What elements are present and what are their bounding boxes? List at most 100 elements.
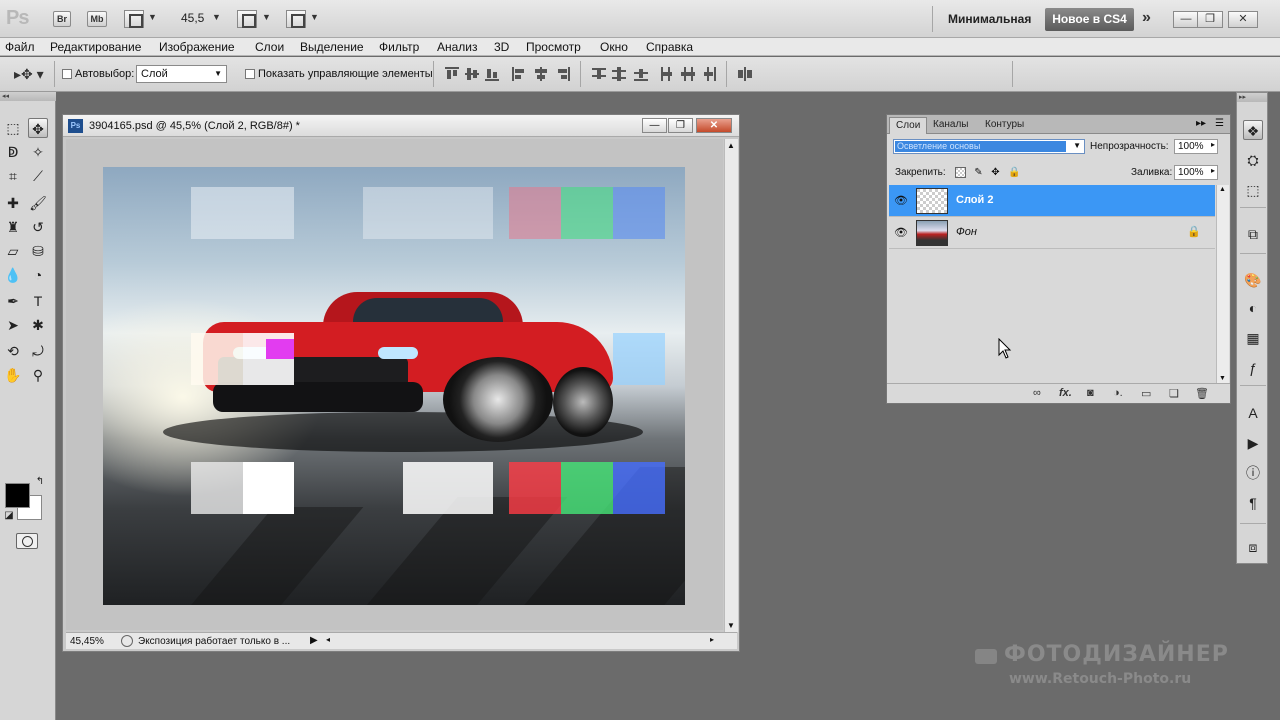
more-workspaces-icon[interactable]: » [1142,9,1151,27]
lock-transparency-icon[interactable] [955,167,966,178]
menu-edit[interactable]: Редактирование [50,40,141,54]
scroll-right-icon[interactable]: ▸ [710,635,714,644]
lock-all-icon[interactable]: 🔒 [1008,167,1020,178]
add-mask-icon[interactable]: ◙ [1087,387,1094,399]
distribute-right-icon[interactable] [702,67,716,81]
paragraph-panel-icon[interactable]: ¶ [1243,493,1263,513]
fill-field[interactable]: 100% ▸ [1174,165,1218,180]
swap-colors-icon[interactable]: ↰ [34,476,46,488]
distribute-horizontal-center-icon[interactable] [681,67,695,81]
color-panel-icon[interactable]: 🎨 [1243,270,1263,290]
align-horizontal-center-icon[interactable] [534,67,548,81]
scroll-up-icon[interactable]: ▲ [727,141,735,150]
chevron-down-icon[interactable]: ▼ [148,12,157,22]
lock-position-icon[interactable]: ✥ [990,167,1001,178]
collapse-panel-icon[interactable]: ▸▸ [1196,118,1206,129]
mini-bridge-button[interactable]: Mb [87,11,107,27]
lasso-tool-icon[interactable]: ↁ [3,142,23,162]
3d-orbit-tool-icon[interactable]: ⤾ [28,341,48,361]
swatches-panel-icon[interactable]: ▦ [1243,328,1263,348]
distribute-bottom-icon[interactable] [634,67,648,81]
hand-tool-icon[interactable]: ✋ [3,365,23,385]
brush-tool-icon[interactable]: 🖌 [28,193,48,213]
close-button[interactable]: ✕ [1228,11,1258,28]
paths-panel-icon[interactable]: ⬚ [1243,180,1263,200]
doc-minimize-button[interactable]: — [642,118,667,133]
zoom-level[interactable]: 45,5 [181,11,204,25]
paint-bucket-tool-icon[interactable]: ⛁ [28,241,48,261]
scroll-down-icon[interactable]: ▼ [727,621,735,630]
doc-close-button[interactable]: ✕ [696,118,732,133]
workspace-new-in-cs4-button[interactable]: Новое в CS4 [1045,8,1134,31]
screen-mode-icon[interactable] [286,10,306,28]
actions-panel-icon[interactable]: ▶ [1243,433,1263,453]
opacity-field[interactable]: 100% ▸ [1174,139,1218,154]
menu-3d[interactable]: 3D [494,40,509,54]
bridge-button[interactable]: Br [53,11,71,27]
blend-mode-dropdown[interactable]: Осветление основы ▼ [893,139,1085,154]
path-selection-tool-icon[interactable]: ➤ [3,315,23,335]
align-right-icon[interactable] [556,67,570,81]
menu-help[interactable]: Справка [646,40,693,54]
3d-rotate-tool-icon[interactable]: ⟲ [3,341,23,361]
menu-image[interactable]: Изображение [159,40,235,54]
layers-panel-icon[interactable]: ❖ [1243,120,1263,140]
chevron-down-icon[interactable]: ▼ [310,12,319,22]
align-vertical-center-icon[interactable] [465,67,479,81]
status-zoom[interactable]: 45,45% [70,636,104,647]
panel-grip[interactable]: ◂◂ [0,92,56,101]
show-transform-controls-checkbox[interactable] [245,69,255,79]
status-menu-arrow-icon[interactable]: ▶ [310,635,318,646]
foreground-color-swatch[interactable] [5,483,30,508]
document-title-bar[interactable]: Ps 3904165.psd @ 45,5% (Слой 2, RGB/8#) … [63,115,739,137]
workspace-minimal-button[interactable]: Минимальная [948,12,1031,26]
chevron-down-icon[interactable]: ▼ [212,12,221,22]
view-extras-icon[interactable] [124,10,144,28]
menu-select[interactable]: Выделение [300,40,364,54]
distribute-vertical-center-icon[interactable] [612,67,626,81]
zoom-tool-icon[interactable]: ⚲ [28,365,48,385]
link-layers-icon[interactable]: ∞ [1033,387,1041,399]
arrange-documents-icon[interactable] [237,10,257,28]
tab-channels[interactable]: Каналы [927,117,975,134]
eyedropper-tool-icon[interactable]: ⟋ [28,166,48,186]
visibility-eye-icon[interactable]: 👁 [892,226,910,239]
layer-row[interactable]: 👁 Слой 2 [889,185,1215,217]
info-panel-icon[interactable]: ⓘ [1243,463,1263,483]
menu-layers[interactable]: Слои [255,40,284,54]
layers-scrollbar[interactable]: ▲ ▼ [1216,185,1229,383]
menu-view[interactable]: Просмотр [526,40,581,54]
align-bottom-icon[interactable] [485,67,499,81]
scroll-left-icon[interactable]: ◂ [326,635,330,644]
visibility-eye-icon[interactable]: 👁 [892,194,910,207]
minimize-button[interactable]: — [1173,11,1199,28]
blur-tool-icon[interactable]: 💧 [3,265,23,285]
chevron-down-icon[interactable]: ▼ [262,12,271,22]
delete-layer-icon[interactable]: 🗑 [1195,387,1209,400]
default-colors-icon[interactable]: ◪ [3,510,15,522]
panel-menu-icon[interactable]: ☰ [1215,118,1224,129]
marquee-tool-icon[interactable]: ⬚ [3,118,23,138]
channels-panel-icon[interactable]: ⛭ [1243,150,1263,170]
distribute-left-icon[interactable] [660,67,674,81]
auto-select-checkbox[interactable] [62,69,72,79]
type-tool-icon[interactable]: T [28,291,48,311]
history-panel-icon[interactable]: ⧉ [1243,224,1263,244]
menu-window[interactable]: Окно [600,40,628,54]
adjustments-panel-icon[interactable]: ◐ [1243,298,1263,318]
tab-paths[interactable]: Контуры [979,117,1030,134]
magic-wand-tool-icon[interactable]: ✧ [28,142,48,162]
vertical-scrollbar[interactable]: ▲ ▼ [724,139,738,632]
shape-tool-icon[interactable]: ✱ [28,315,48,335]
lock-pixels-icon[interactable]: ✎ [973,167,984,178]
doc-restore-button[interactable]: ❐ [668,118,693,133]
move-tool-preset-icon[interactable]: ▸✥ ▾ [14,66,44,83]
clone-source-panel-icon[interactable]: ⧈ [1243,537,1263,557]
history-brush-tool-icon[interactable]: ↺ [28,217,48,237]
auto-select-dropdown[interactable]: Слой ▼ [136,65,227,83]
healing-brush-tool-icon[interactable]: ✚ [3,193,23,213]
clone-stamp-tool-icon[interactable]: ♜ [3,217,23,237]
adjustment-layer-icon[interactable]: ◑. [1113,387,1123,399]
distribute-top-icon[interactable] [592,67,606,81]
crop-tool-icon[interactable]: ⌗ [3,166,23,186]
